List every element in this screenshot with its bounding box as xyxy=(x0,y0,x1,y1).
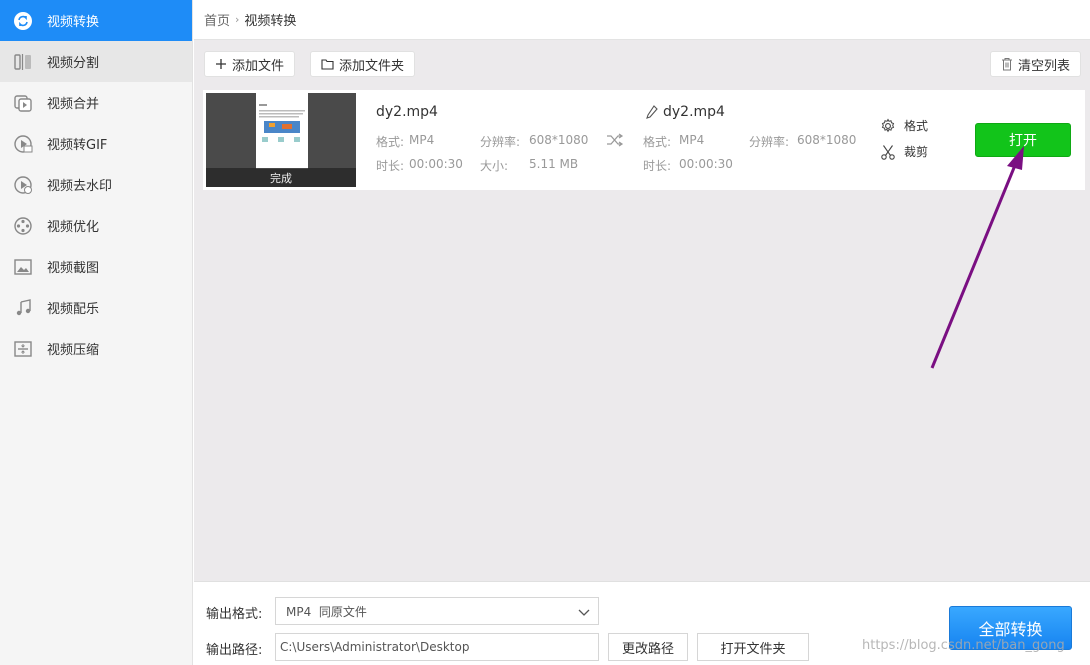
crop-button[interactable]: 裁剪 xyxy=(880,143,928,160)
thumbnail-preview xyxy=(256,93,308,169)
output-resolution-value: 608*1080 xyxy=(797,133,857,147)
sidebar-item-video-split[interactable]: 视频分割 xyxy=(0,41,192,82)
sidebar-item-video-remove-watermark[interactable]: 视频去水印 xyxy=(0,164,192,205)
sidebar-item-video-optimize[interactable]: 视频优化 xyxy=(0,205,192,246)
sidebar-item-label: 视频配乐 xyxy=(47,302,100,317)
sidebar-item-video-screenshot[interactable]: 视频截图 xyxy=(0,246,192,287)
output-duration-label: 时长: xyxy=(643,159,672,173)
status-done-label: 完成 xyxy=(206,168,356,187)
add-folder-button[interactable]: 添加文件夹 xyxy=(310,51,416,77)
sidebar-item-label: 视频分割 xyxy=(47,56,100,71)
source-size-label: 大小: xyxy=(480,159,509,173)
source-size-value: 5.11 MB xyxy=(529,157,579,171)
blog-watermark: https://blog.csdn.net/ban_gong xyxy=(862,638,1065,653)
output-format-field-label: 输出格式: xyxy=(206,607,263,622)
toolbar: 添加文件 添加文件夹 清空列表 xyxy=(194,40,1090,86)
chevron-right-icon: › xyxy=(235,13,240,26)
sidebar: 视频转换 视频分割 视频合并 视频转GIF 视频去水印 视频优化 视频截图 视频… xyxy=(0,0,193,665)
music-icon xyxy=(12,297,34,319)
open-button[interactable]: 打开 xyxy=(975,123,1071,157)
sidebar-item-label: 视频优化 xyxy=(47,220,100,235)
sidebar-item-video-convert[interactable]: 视频转换 xyxy=(0,0,192,41)
change-path-button[interactable]: 更改路径 xyxy=(608,633,688,661)
file-item: 完成 dy2.mp4 格式: MP4 分辨率: 608*1080 时长: 00:… xyxy=(203,90,1085,190)
video-thumbnail[interactable]: 完成 xyxy=(206,93,356,187)
add-file-button[interactable]: 添加文件 xyxy=(204,51,296,77)
sidebar-item-label: 视频压缩 xyxy=(47,343,100,358)
sidebar-item-video-compress[interactable]: 视频压缩 xyxy=(0,328,192,369)
compress-icon xyxy=(12,338,34,360)
add-file-label: 添加文件 xyxy=(232,58,285,74)
source-resolution-value: 608*1080 xyxy=(529,133,589,147)
source-duration-value: 00:00:30 xyxy=(409,157,463,171)
folder-icon xyxy=(321,58,334,70)
breadcrumb-home[interactable]: 首页 xyxy=(204,10,230,29)
optimize-icon xyxy=(12,215,34,237)
gear-icon xyxy=(880,117,896,134)
clear-list-label: 清空列表 xyxy=(1018,58,1071,74)
remove-watermark-icon xyxy=(12,174,34,196)
open-folder-button[interactable]: 打开文件夹 xyxy=(697,633,809,661)
output-format-select[interactable]: MP4 同原文件 xyxy=(275,597,599,625)
output-path-field-label: 输出路径: xyxy=(206,643,263,658)
source-format-label: 格式: xyxy=(376,135,405,149)
edit-pencil-icon[interactable] xyxy=(646,105,658,123)
source-format-value: MP4 xyxy=(409,133,435,147)
main-panel: 首页 › 视频转换 添加文件 添加文件夹 清空列表 完成 dy2.mp4 格式:… xyxy=(194,0,1090,665)
sidebar-item-label: 视频转换 xyxy=(47,15,100,30)
source-duration-label: 时长: xyxy=(376,159,405,173)
source-filename: dy2.mp4 xyxy=(376,104,438,120)
split-icon xyxy=(12,51,34,73)
output-format-selected-value: MP4 同原文件 xyxy=(286,604,367,619)
output-resolution-label: 分辨率: xyxy=(749,135,790,149)
sidebar-item-label: 视频转GIF xyxy=(47,138,108,153)
output-filename[interactable]: dy2.mp4 xyxy=(663,104,725,120)
output-path-input[interactable] xyxy=(275,633,599,661)
source-resolution-label: 分辨率: xyxy=(480,135,521,149)
chevron-down-icon xyxy=(578,606,590,620)
output-format-value: MP4 xyxy=(679,133,705,147)
merge-icon xyxy=(12,92,34,114)
plus-icon xyxy=(215,58,227,70)
add-folder-label: 添加文件夹 xyxy=(339,58,405,74)
trash-icon xyxy=(1001,57,1013,71)
convert-icon xyxy=(12,10,34,32)
format-settings-button[interactable]: 格式 xyxy=(880,117,928,134)
breadcrumb-current: 视频转换 xyxy=(244,14,297,29)
output-format-label: 格式: xyxy=(643,135,672,149)
crop-action-label: 裁剪 xyxy=(904,145,929,159)
shuffle-arrow-icon xyxy=(606,133,624,151)
breadcrumb: 首页 › 视频转换 xyxy=(194,0,1090,40)
output-duration-value: 00:00:30 xyxy=(679,157,733,171)
clear-list-button[interactable]: 清空列表 xyxy=(990,51,1082,77)
gif-icon xyxy=(12,133,34,155)
sidebar-item-video-music[interactable]: 视频配乐 xyxy=(0,287,192,328)
sidebar-item-video-merge[interactable]: 视频合并 xyxy=(0,82,192,123)
output-settings-panel: 输出格式: MP4 同原文件 输出路径: 更改路径 打开文件夹 全部转换 htt… xyxy=(194,581,1090,665)
format-action-label: 格式 xyxy=(904,119,929,133)
sidebar-item-label: 视频合并 xyxy=(47,97,100,112)
sidebar-item-video-gif[interactable]: 视频转GIF xyxy=(0,123,192,164)
screenshot-icon xyxy=(12,256,34,278)
scissors-icon xyxy=(880,144,896,160)
sidebar-item-label: 视频截图 xyxy=(47,261,100,276)
sidebar-item-label: 视频去水印 xyxy=(47,179,113,194)
